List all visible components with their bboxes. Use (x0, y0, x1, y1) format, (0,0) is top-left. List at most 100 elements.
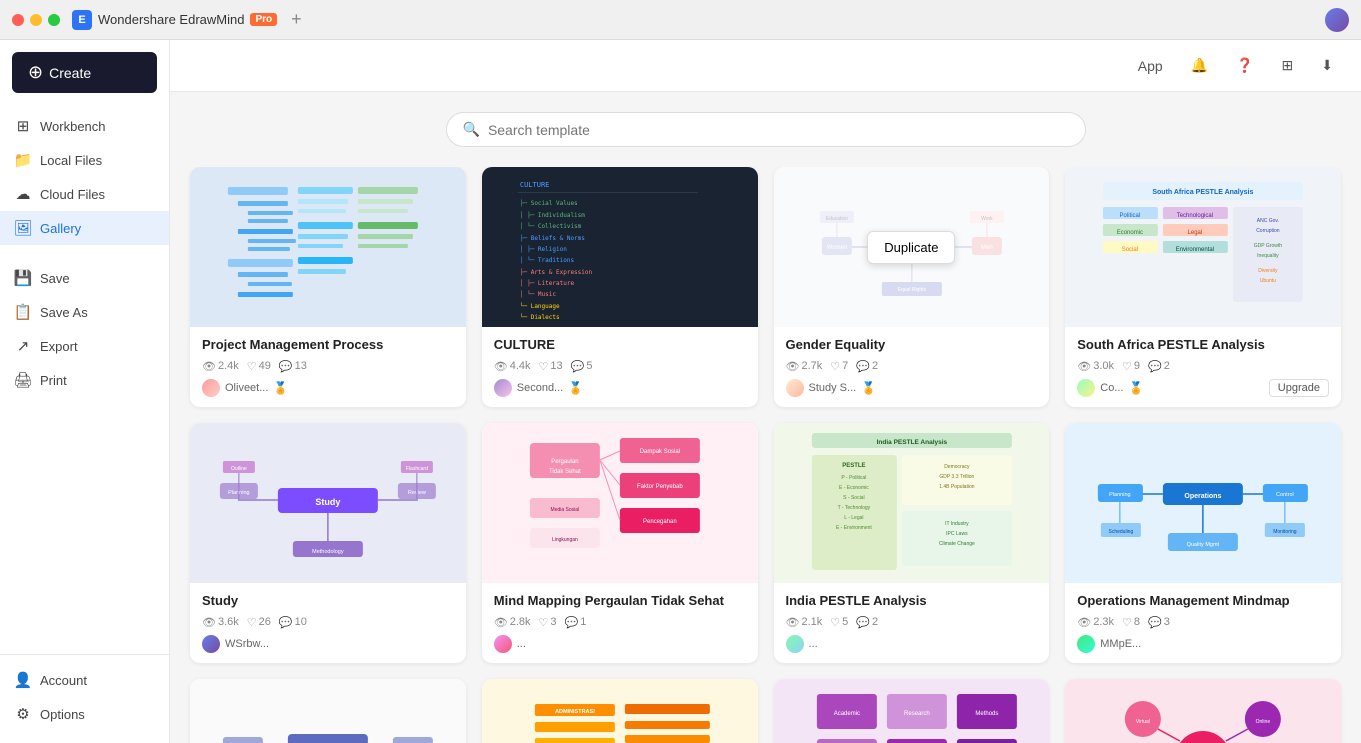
svg-text:Diversity: Diversity (1259, 268, 1279, 274)
comments-stat: 💬 2 (856, 616, 878, 629)
app-name: Wondershare EdrawMind (98, 12, 244, 27)
user-avatar[interactable] (1325, 8, 1349, 32)
sidebar-item-local-files[interactable]: 📁 Local Files (0, 143, 169, 177)
card-image: CULTURE ├─ Social Values │ ├─ Individual… (482, 167, 758, 327)
main-content: App 🔔 ❓ ⊞ ⬇ 🔍 (170, 40, 1361, 743)
options-icon: ⚙ (14, 705, 32, 723)
workbench-icon: ⊞ (14, 117, 32, 135)
sidebar-item-save[interactable]: 💾 Save (0, 261, 169, 295)
card-educacion-virtual[interactable]: Educacion Virtual Online Tools Apps Lear… (1065, 679, 1341, 743)
card-aruni[interactable]: Academic Research Methods Analysis Data … (774, 679, 1050, 743)
create-button[interactable]: ⊕ Create (12, 52, 157, 93)
card-study-second[interactable]: Study Resources Practice Time Mgmt (190, 679, 466, 743)
sidebar-item-gallery[interactable]: 🖼 Gallery (0, 211, 169, 245)
svg-text:Outline: Outline (231, 466, 247, 472)
card-image: Study Planning Review Methodology (190, 423, 466, 583)
svg-text:│ └─ Traditions: │ └─ Traditions (520, 256, 575, 264)
sidebar-item-export[interactable]: ↗ Export (0, 329, 169, 363)
card-title: Mind Mapping Pergaulan Tidak Sehat (494, 593, 746, 610)
upgrade-button[interactable]: Upgrade (1269, 379, 1329, 397)
search-input[interactable] (488, 122, 1069, 138)
card-author: MMpE... (1077, 635, 1141, 653)
search-icon: 🔍 (463, 121, 480, 138)
save-label: Save (40, 271, 70, 286)
gold-badge-icon: 🏅 (861, 381, 876, 395)
card-study-top[interactable]: Study Planning Review Methodology (190, 423, 466, 663)
card-author: ... (494, 635, 526, 653)
save-as-icon: 📋 (14, 303, 32, 321)
card-gender-equality[interactable]: Gender Equality Women Men Education (774, 167, 1050, 407)
sidebar-item-cloud-files[interactable]: ☁ Cloud Files (0, 177, 169, 211)
svg-text:CULTURE: CULTURE (520, 181, 550, 189)
grid-button[interactable]: ⊞ (1274, 53, 1302, 78)
sidebar-item-save-as[interactable]: 📋 Save As (0, 295, 169, 329)
card-ops-management[interactable]: Operations Planning Control Quality Mgmt (1065, 423, 1341, 663)
likes-stat: ♡ 49 (247, 360, 271, 373)
card-image: Gender Equality Women Men Education (774, 167, 1050, 327)
card-author: Co... 🏅 (1077, 379, 1143, 397)
maximize-button[interactable] (48, 14, 60, 26)
author-name: MMpE... (1100, 638, 1141, 650)
minimize-button[interactable] (30, 14, 42, 26)
views-stat: 👁 2.7k (786, 360, 823, 373)
duplicate-overlay: Duplicate (774, 167, 1050, 327)
card-title: Project Management Process (202, 337, 454, 354)
comments-stat: 💬 2 (1148, 360, 1170, 373)
views-stat: 👁 3.0k (1077, 360, 1114, 373)
comments-stat: 💬 2 (856, 360, 878, 373)
svg-text:└─ Language: └─ Language (520, 302, 560, 310)
card-title: India PESTLE Analysis (786, 593, 1038, 610)
card-content: CULTURE 👁 4.4k ♡ 13 💬 5 Second... 🏅 (482, 327, 758, 407)
svg-text:GDP Growth: GDP Growth (1254, 243, 1282, 249)
views-stat: 👁 2.3k (1077, 616, 1114, 629)
card-culture[interactable]: CULTURE ├─ Social Values │ ├─ Individual… (482, 167, 758, 407)
help-button[interactable]: ❓ (1228, 53, 1261, 78)
card-stats: 👁 2.4k ♡ 49 💬 13 (202, 360, 454, 373)
card-stats: 👁 3.0k ♡ 9 💬 2 (1077, 360, 1329, 373)
sidebar: ⊕ Create ⊞ Workbench 📁 Local Files ☁ Clo… (0, 40, 170, 743)
duplicate-button[interactable]: Duplicate (867, 231, 955, 264)
card-footer: Study S... 🏅 (786, 379, 1038, 397)
svg-text:Methods: Methods (975, 711, 998, 717)
svg-text:│ └─ Music: │ └─ Music (520, 290, 557, 298)
svg-text:E - Environment: E - Environment (835, 525, 871, 531)
gallery-scroll[interactable]: Project Management Process 👁 2.4k ♡ 49 💬… (170, 167, 1361, 743)
app-button[interactable]: App (1130, 54, 1171, 78)
svg-text:L - Legal: L - Legal (844, 515, 863, 521)
author-avatar (202, 635, 220, 653)
close-button[interactable] (12, 14, 24, 26)
views-stat: 👁 2.8k (494, 616, 531, 629)
cloud-files-label: Cloud Files (40, 187, 105, 202)
card-south-africa-pestle[interactable]: South Africa PESTLE Analysis Political E… (1065, 167, 1341, 407)
sidebar-item-options[interactable]: ⚙ Options (0, 697, 169, 731)
card-author: Oliveet... 🏅 (202, 379, 288, 397)
author-avatar (494, 379, 512, 397)
card-content: Project Management Process 👁 2.4k ♡ 49 💬… (190, 327, 466, 407)
download-button[interactable]: ⬇ (1313, 53, 1341, 78)
header-right: App 🔔 ❓ ⊞ ⬇ (1130, 53, 1341, 78)
card-image: Academic Research Methods Analysis Data … (774, 679, 1050, 743)
notification-button[interactable]: 🔔 (1183, 53, 1216, 78)
card-india-pestle[interactable]: India PESTLE Analysis PESTLE P - Politic… (774, 423, 1050, 663)
svg-text:Technological: Technological (1177, 213, 1213, 219)
sidebar-item-account[interactable]: 👤 Account (0, 663, 169, 697)
card-project-management[interactable]: Project Management Process 👁 2.4k ♡ 49 💬… (190, 167, 466, 407)
author-name: ... (517, 638, 526, 650)
author-avatar (786, 635, 804, 653)
export-icon: ↗ (14, 337, 32, 355)
svg-text:Democracy: Democracy (944, 464, 970, 470)
likes-stat: ♡ 5 (830, 616, 848, 629)
card-title: Study (202, 593, 454, 610)
card-footer: WSrbw... (202, 635, 454, 653)
sidebar-item-print[interactable]: 🖨 Print (0, 363, 169, 397)
card-stats: 👁 2.3k ♡ 8 💬 3 (1077, 616, 1329, 629)
card-title: CULTURE (494, 337, 746, 354)
add-tab-button[interactable]: + (291, 9, 302, 30)
views-stat: 👁 2.1k (786, 616, 823, 629)
card-mind-mapping-pergaulan[interactable]: Pergaulan Tidak Sehat Dampak Sosial Fakt… (482, 423, 758, 663)
svg-text:ADMINISTRASI: ADMINISTRASI (555, 709, 595, 715)
card-image: Operations Planning Control Quality Mgmt (1065, 423, 1341, 583)
sidebar-item-workbench[interactable]: ⊞ Workbench (0, 109, 169, 143)
card-pengantar[interactable]: ADMINISTRASI ILMU ADM (482, 679, 758, 743)
account-label: Account (40, 673, 87, 688)
